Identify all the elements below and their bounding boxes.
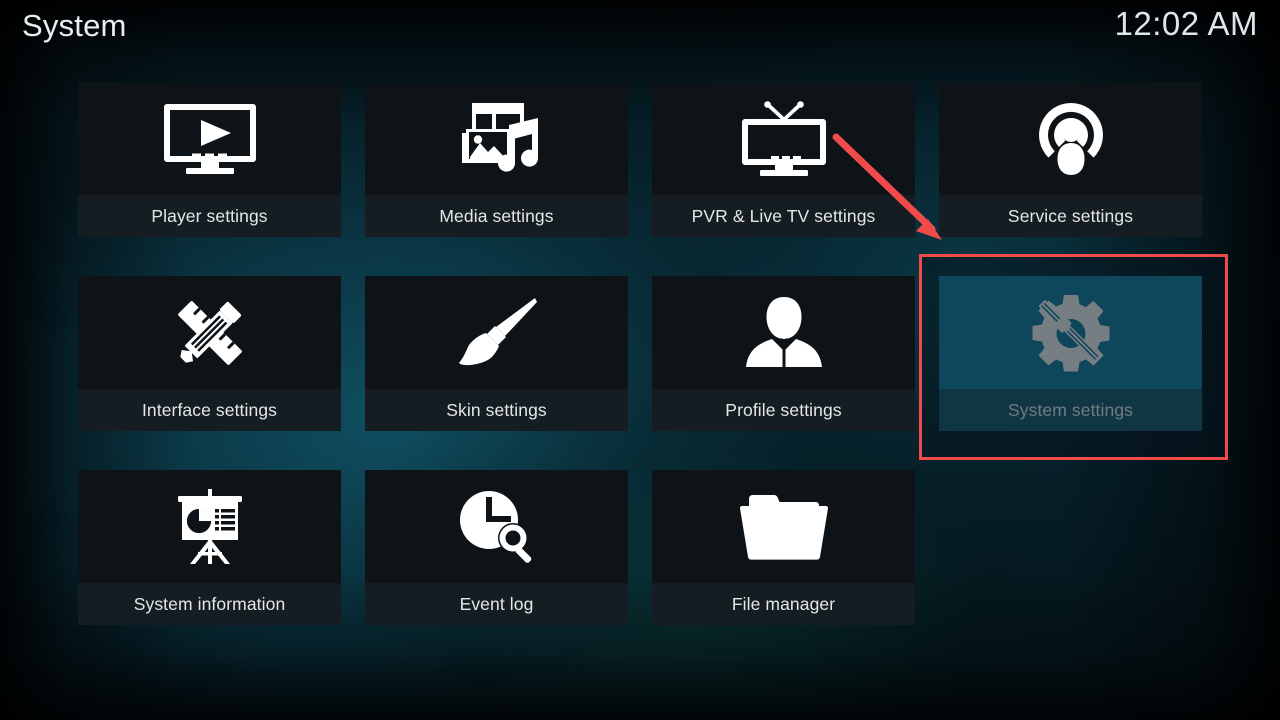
clock-magnifier-icon xyxy=(456,489,538,565)
tile-player-settings[interactable]: Player settings xyxy=(78,82,341,237)
tile-icon-area xyxy=(939,82,1202,195)
tile-system-settings[interactable]: System settings xyxy=(939,276,1202,431)
tile-label: Profile settings xyxy=(725,399,842,420)
tile-label-area: PVR & Live TV settings xyxy=(652,195,915,237)
tile-icon-area xyxy=(652,276,915,389)
tile-label: System settings xyxy=(1007,399,1134,420)
tile-label-area: Event log xyxy=(365,583,628,625)
tile-label: File manager xyxy=(731,593,836,614)
tile-label: Media settings xyxy=(439,205,554,226)
tile-icon-area xyxy=(365,470,628,583)
tile-event-log[interactable]: Event log xyxy=(365,470,628,625)
tile-label-area: Player settings xyxy=(78,195,341,237)
presentation-chart-icon xyxy=(172,488,248,565)
tile-icon-area xyxy=(78,470,341,583)
tile-icon-area xyxy=(365,276,628,389)
tile-label: Interface settings xyxy=(141,399,278,420)
tile-icon-area xyxy=(939,276,1202,389)
page-title: System xyxy=(22,8,127,43)
tile-file-manager[interactable]: File manager xyxy=(652,470,915,625)
monitor-play-icon xyxy=(163,102,257,176)
tile-service-settings[interactable]: Service settings xyxy=(939,82,1202,237)
header-bar: System 12:02 AM xyxy=(0,0,1280,64)
tile-label: PVR & Live TV settings xyxy=(691,205,876,226)
tile-label: System information xyxy=(133,593,286,614)
pencil-ruler-icon xyxy=(170,294,250,372)
gear-screwdriver-icon xyxy=(1030,293,1112,373)
tile-label-area: Interface settings xyxy=(78,389,341,431)
tile-label-area: System settings xyxy=(939,389,1202,431)
tile-label: Player settings xyxy=(151,205,268,226)
tile-icon-area xyxy=(78,276,341,389)
person-bust-icon xyxy=(744,295,824,371)
tile-icon-area xyxy=(365,82,628,195)
tile-icon-area xyxy=(652,470,915,583)
tile-label: Event log xyxy=(459,593,534,614)
tile-pvr-live-tv-settings[interactable]: PVR & Live TV settings xyxy=(652,82,915,237)
person-broadcast-icon xyxy=(1032,101,1110,177)
tv-antenna-icon xyxy=(740,100,828,178)
tile-label-area: File manager xyxy=(652,583,915,625)
film-photo-music-icon xyxy=(450,101,544,177)
tile-media-settings[interactable]: Media settings xyxy=(365,82,628,237)
folder-icon xyxy=(738,491,830,563)
clock-label: 12:02 AM xyxy=(1114,5,1258,42)
tile-label: Service settings xyxy=(1007,205,1134,226)
tile-skin-settings[interactable]: Skin settings xyxy=(365,276,628,431)
tile-label-area: System information xyxy=(78,583,341,625)
tile-icon-area xyxy=(652,82,915,195)
tile-label-area: Skin settings xyxy=(365,389,628,431)
tile-interface-settings[interactable]: Interface settings xyxy=(78,276,341,431)
tile-label-area: Profile settings xyxy=(652,389,915,431)
tile-label: Skin settings xyxy=(446,399,547,420)
tile-label-area: Service settings xyxy=(939,195,1202,237)
tile-icon-area xyxy=(78,82,341,195)
tile-profile-settings[interactable]: Profile settings xyxy=(652,276,915,431)
empty-grid-cell xyxy=(939,470,1202,625)
tile-label-area: Media settings xyxy=(365,195,628,237)
paintbrush-icon xyxy=(455,295,539,371)
tile-system-information[interactable]: System information xyxy=(78,470,341,625)
settings-grid: Player settings Media settings PVR & Liv… xyxy=(78,82,1202,625)
